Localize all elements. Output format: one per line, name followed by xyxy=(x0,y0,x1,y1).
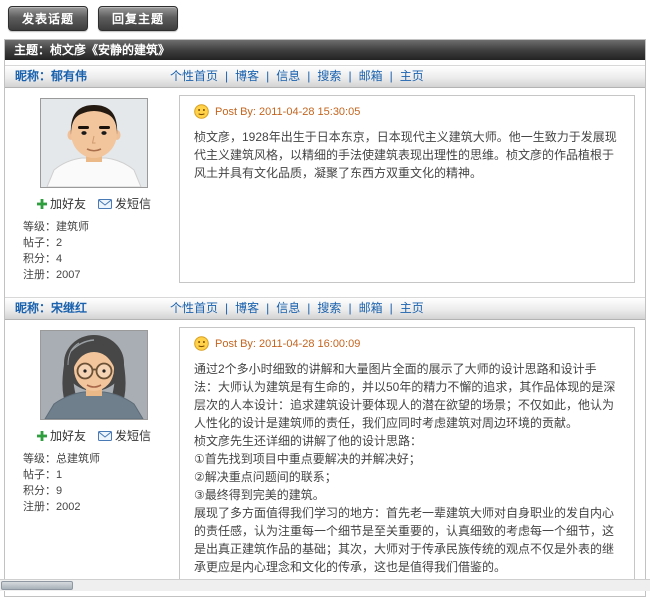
nav-link-info[interactable]: 信息 xyxy=(276,66,300,87)
nav-separator: | xyxy=(390,298,393,319)
nav-link-homepage[interactable]: 主页 xyxy=(400,298,424,319)
nav-link-blog[interactable]: 博客 xyxy=(235,298,259,319)
author-sidebar: 加好友 发短信 等级：建筑师 帖子：2 积分：4 注册：20 xyxy=(15,95,173,283)
send-message-button[interactable]: 发短信 xyxy=(98,195,151,212)
envelope-icon xyxy=(98,431,112,441)
nav-link-profile-home[interactable]: 个性首页 xyxy=(170,298,218,319)
plus-icon xyxy=(37,431,47,441)
author-nav-links: 个性首页 | 博客 | 信息 | 搜索 | 邮箱 | 主页 xyxy=(170,66,424,87)
post-author-nickname: 昵称：郁有伟 xyxy=(5,66,170,87)
post-by-timestamp: Post By: 2011-04-28 16:00:09 xyxy=(215,338,360,350)
thread-toolbar: 发表话题 回复主题 xyxy=(0,0,650,37)
add-friend-button[interactable]: 加好友 xyxy=(37,427,86,444)
stat-registered: 注册：2002 xyxy=(23,499,173,515)
post-by-row: Post By: 2011-04-28 15:30:05 xyxy=(194,104,620,119)
post-content-box: Post By: 2011-04-28 15:30:05 桢文彦，1928年出生… xyxy=(179,95,635,283)
smiley-icon xyxy=(194,104,209,119)
author-stats: 等级：总建筑师 帖子：1 积分：9 注册：2002 xyxy=(15,451,173,515)
nav-separator: | xyxy=(348,298,351,319)
avatar xyxy=(40,330,148,420)
topic-title-bar: 主题：桢文彦《安静的建筑》 xyxy=(5,40,645,60)
nav-separator: | xyxy=(266,66,269,87)
post-content-text: 桢文彦，1928年出生于日本东京，日本现代主义建筑大师。他一生致力于发展现代主义… xyxy=(194,128,620,182)
post-by-row: Post By: 2011-04-28 16:00:09 xyxy=(194,336,620,351)
nav-separator: | xyxy=(225,298,228,319)
post-item-2: 昵称：宋继红 个性首页 | 博客 | 信息 | 搜索 | 邮箱 | 主页 xyxy=(5,297,645,596)
post-author-nickname: 昵称：宋继红 xyxy=(5,298,170,319)
nav-link-homepage[interactable]: 主页 xyxy=(400,66,424,87)
nav-separator: | xyxy=(348,66,351,87)
stat-level: 等级：总建筑师 xyxy=(23,451,173,467)
send-message-button[interactable]: 发短信 xyxy=(98,427,151,444)
horizontal-scrollbar[interactable] xyxy=(0,579,650,591)
author-nav-links: 个性首页 | 博客 | 信息 | 搜索 | 邮箱 | 主页 xyxy=(170,298,424,319)
post-by-timestamp: Post By: 2011-04-28 15:30:05 xyxy=(215,106,360,118)
post-item-1: 昵称：郁有伟 个性首页 | 博客 | 信息 | 搜索 | 邮箱 | 主页 xyxy=(5,65,645,292)
nav-link-blog[interactable]: 博客 xyxy=(235,66,259,87)
reply-topic-button[interactable]: 回复主题 xyxy=(98,6,178,31)
add-friend-label: 加好友 xyxy=(50,195,86,212)
post-body: 加好友 发短信 等级：建筑师 帖子：2 积分：4 注册：20 xyxy=(5,88,645,292)
scrollbar-thumb[interactable] xyxy=(1,581,73,590)
author-sidebar: 加好友 发短信 等级：总建筑师 帖子：1 积分：9 注册：2 xyxy=(15,327,173,587)
nav-separator: | xyxy=(307,66,310,87)
add-friend-label: 加好友 xyxy=(50,427,86,444)
nav-separator: | xyxy=(307,298,310,319)
nav-link-mail[interactable]: 邮箱 xyxy=(359,66,383,87)
stat-points: 积分：9 xyxy=(23,483,173,499)
envelope-icon xyxy=(98,199,112,209)
stat-registered: 注册：2007 xyxy=(23,267,173,283)
female-avatar-illustration xyxy=(41,331,147,419)
nav-separator: | xyxy=(225,66,228,87)
post-body: 加好友 发短信 等级：总建筑师 帖子：1 积分：9 注册：2 xyxy=(5,320,645,596)
plus-icon xyxy=(37,199,47,209)
thread-board: 主题：桢文彦《安静的建筑》 昵称：郁有伟 个性首页 | 博客 | 信息 | 搜索… xyxy=(4,39,646,597)
add-friend-button[interactable]: 加好友 xyxy=(37,195,86,212)
smiley-icon xyxy=(194,336,209,351)
stat-level: 等级：建筑师 xyxy=(23,219,173,235)
stat-posts: 帖子：2 xyxy=(23,235,173,251)
post-content-text: 通过2个多小时细致的讲解和大量图片全面的展示了大师的设计思路和设计手法：大师认为… xyxy=(194,360,620,576)
nav-separator: | xyxy=(266,298,269,319)
author-actions: 加好友 发短信 xyxy=(15,427,173,444)
nav-separator: | xyxy=(390,66,393,87)
post-topic-button[interactable]: 发表话题 xyxy=(8,6,88,31)
forum-thread-page: 发表话题 回复主题 主题：桢文彦《安静的建筑》 昵称：郁有伟 个性首页 | 博客… xyxy=(0,0,650,597)
post-content-box: Post By: 2011-04-28 16:00:09 通过2个多小时细致的讲… xyxy=(179,327,635,587)
nav-link-info[interactable]: 信息 xyxy=(276,298,300,319)
post-header: 昵称：郁有伟 个性首页 | 博客 | 信息 | 搜索 | 邮箱 | 主页 xyxy=(5,65,645,88)
author-actions: 加好友 发短信 xyxy=(15,195,173,212)
nav-link-mail[interactable]: 邮箱 xyxy=(359,298,383,319)
stat-points: 积分：4 xyxy=(23,251,173,267)
nav-link-search[interactable]: 搜索 xyxy=(317,66,341,87)
send-message-label: 发短信 xyxy=(115,427,151,444)
post-header: 昵称：宋继红 个性首页 | 博客 | 信息 | 搜索 | 邮箱 | 主页 xyxy=(5,297,645,320)
stat-posts: 帖子：1 xyxy=(23,467,173,483)
nav-link-search[interactable]: 搜索 xyxy=(317,298,341,319)
topic-title: 主题：桢文彦《安静的建筑》 xyxy=(14,43,170,57)
send-message-label: 发短信 xyxy=(115,195,151,212)
male-avatar-illustration xyxy=(41,99,147,187)
author-stats: 等级：建筑师 帖子：2 积分：4 注册：2007 xyxy=(15,219,173,283)
avatar xyxy=(40,98,148,188)
nav-link-profile-home[interactable]: 个性首页 xyxy=(170,66,218,87)
